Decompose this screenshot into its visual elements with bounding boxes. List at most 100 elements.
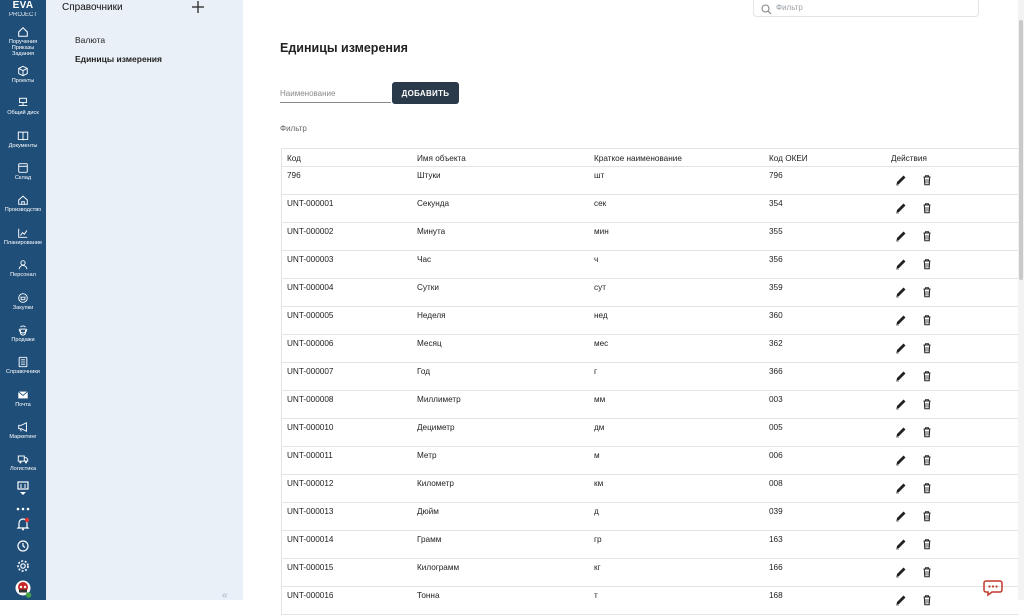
nav-item-label: Поручения Приказы Задания <box>8 39 38 57</box>
scrollbar-thumb[interactable] <box>1019 20 1023 280</box>
table-row[interactable]: UNT-000016 Тонна т 168 <box>282 587 1018 615</box>
nav-item[interactable]: Персонал <box>0 259 46 278</box>
table-row[interactable]: UNT-000011 Метр м 006 <box>282 447 1018 475</box>
table-row[interactable]: UNT-000001 Секунда сек 354 <box>282 195 1018 223</box>
delete-trash-icon[interactable] <box>921 285 933 298</box>
column-header[interactable]: Код <box>287 154 301 163</box>
table-cell: Дециметр <box>417 423 455 432</box>
nav-item[interactable]: Маркетинг <box>0 421 46 440</box>
edit-pencil-icon[interactable] <box>895 369 907 382</box>
collapse-panel-icon[interactable]: « <box>222 590 228 601</box>
nav-item[interactable]: Логистика <box>0 453 46 472</box>
panel-item-units[interactable]: Единицы измерения <box>75 54 162 64</box>
more-modules-icon[interactable] <box>0 480 46 496</box>
edit-pencil-icon[interactable] <box>895 313 907 326</box>
table-cell: UNT-000002 <box>287 227 334 236</box>
delete-trash-icon[interactable] <box>921 369 933 382</box>
nav-item[interactable]: Производство <box>0 194 46 213</box>
edit-pencil-icon[interactable] <box>895 509 907 522</box>
table-cell: сут <box>594 283 606 292</box>
edit-pencil-icon[interactable] <box>895 257 907 270</box>
table-cell: Неделя <box>417 311 446 320</box>
add-directory-icon[interactable] <box>191 0 205 14</box>
delete-trash-icon[interactable] <box>921 397 933 410</box>
table-cell: UNT-000007 <box>287 367 334 376</box>
name-input[interactable] <box>280 85 391 103</box>
edit-pencil-icon[interactable] <box>895 341 907 354</box>
table-row[interactable]: UNT-000004 Сутки сут 359 <box>282 279 1018 307</box>
nav-item[interactable]: Закупки <box>0 292 46 311</box>
delete-trash-icon[interactable] <box>921 453 933 466</box>
search-input[interactable] <box>776 0 972 14</box>
nav-item[interactable]: Почта <box>0 389 46 408</box>
table-row[interactable]: UNT-000014 Грамм гр 163 <box>282 531 1018 559</box>
search-icon <box>761 2 772 20</box>
nav-item[interactable]: Поручения Приказы Задания <box>0 26 46 57</box>
page-scrollbar[interactable] <box>1018 0 1024 600</box>
edit-pencil-icon[interactable] <box>895 229 907 242</box>
more-dots-icon[interactable] <box>0 506 46 512</box>
table-row[interactable]: UNT-000007 Год г 366 <box>282 363 1018 391</box>
delete-trash-icon[interactable] <box>921 509 933 522</box>
delete-trash-icon[interactable] <box>921 229 933 242</box>
table-row[interactable]: 796 Штуки шт 796 <box>282 167 1018 195</box>
nav-item[interactable]: Продажи <box>0 324 46 343</box>
table-row[interactable]: UNT-000013 Дюйм д 039 <box>282 503 1018 531</box>
user-avatar[interactable] <box>0 579 46 599</box>
column-header[interactable]: Краткое наименование <box>594 154 682 163</box>
table-row[interactable]: UNT-000003 Час ч 356 <box>282 251 1018 279</box>
history-icon[interactable] <box>0 539 46 553</box>
edit-pencil-icon[interactable] <box>895 593 907 606</box>
table-row[interactable]: UNT-000008 Миллиметр мм 003 <box>282 391 1018 419</box>
brand-logo[interactable]: EVA PROJECT <box>0 0 46 19</box>
delete-trash-icon[interactable] <box>921 257 933 270</box>
table-row[interactable]: UNT-000015 Килограмм кг 166 <box>282 559 1018 587</box>
edit-pencil-icon[interactable] <box>895 537 907 550</box>
edit-pencil-icon[interactable] <box>895 201 907 214</box>
delete-trash-icon[interactable] <box>921 341 933 354</box>
nav-item[interactable]: Документы <box>0 130 46 149</box>
table-row[interactable]: UNT-000005 Неделя нед 360 <box>282 307 1018 335</box>
table-cell: UNT-000015 <box>287 563 334 572</box>
edit-pencil-icon[interactable] <box>895 173 907 186</box>
delete-trash-icon[interactable] <box>921 481 933 494</box>
factory-icon <box>0 194 46 206</box>
panel-item-currency[interactable]: Валюта <box>75 35 105 45</box>
nav-item[interactable]: Справочники <box>0 356 46 375</box>
delete-trash-icon[interactable] <box>921 313 933 326</box>
filter-toggle[interactable]: Фильтр <box>280 124 307 133</box>
table-row[interactable]: UNT-000012 Километр км 008 <box>282 475 1018 503</box>
table-cell: Грамм <box>417 535 442 544</box>
edit-pencil-icon[interactable] <box>895 285 907 298</box>
delete-trash-icon[interactable] <box>921 201 933 214</box>
delete-trash-icon[interactable] <box>921 425 933 438</box>
nav-item[interactable]: Планирование <box>0 227 46 246</box>
nav-item[interactable]: Проекты <box>0 65 46 84</box>
column-header[interactable]: Имя объекта <box>417 154 466 163</box>
nav-item[interactable]: Склад <box>0 162 46 181</box>
table-cell: Километр <box>417 479 454 488</box>
edit-pencil-icon[interactable] <box>895 481 907 494</box>
table-row[interactable]: UNT-000006 Месяц мес 362 <box>282 335 1018 363</box>
table-cell: Метр <box>417 451 437 460</box>
table-row[interactable]: UNT-000002 Минута мин 355 <box>282 223 1018 251</box>
nav-item-label: Производство <box>4 207 42 213</box>
column-header[interactable]: Код ОКЕИ <box>769 154 808 163</box>
edit-pencil-icon[interactable] <box>895 453 907 466</box>
add-button[interactable]: ДОБАВИТЬ <box>392 82 459 104</box>
chat-bubble-icon[interactable] <box>983 579 1003 597</box>
table-row[interactable]: UNT-000010 Дециметр дм 005 <box>282 419 1018 447</box>
edit-pencil-icon[interactable] <box>895 565 907 578</box>
settings-gear-icon[interactable] <box>0 559 46 573</box>
table-cell: Минута <box>417 227 446 236</box>
nav-item[interactable]: Общий диск <box>0 97 46 116</box>
edit-pencil-icon[interactable] <box>895 397 907 410</box>
delete-trash-icon[interactable] <box>921 537 933 550</box>
delete-trash-icon[interactable] <box>921 173 933 186</box>
delete-trash-icon[interactable] <box>921 593 933 606</box>
delete-trash-icon[interactable] <box>921 565 933 578</box>
notifications-bell-icon[interactable] <box>0 517 46 531</box>
box-icon <box>0 65 46 77</box>
table-cell: 168 <box>769 591 783 600</box>
edit-pencil-icon[interactable] <box>895 425 907 438</box>
